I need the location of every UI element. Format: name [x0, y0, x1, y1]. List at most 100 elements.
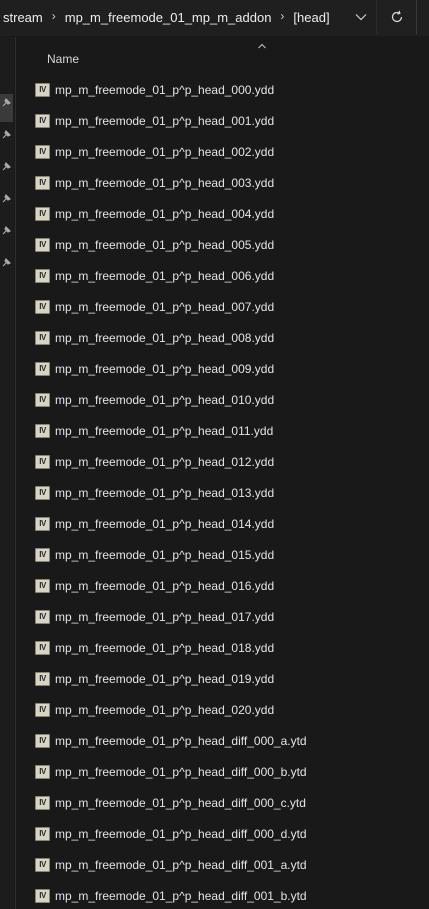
file-name[interactable]: mp_m_freemode_01_p^p_head_diff_000_d.ytd [55, 827, 307, 841]
ydd-file-icon: IV [35, 858, 50, 872]
file-row[interactable]: IV mp_m_freemode_01_p^p_head_014.ydd [16, 509, 429, 540]
file-row[interactable]: IV mp_m_freemode_01_p^p_head_003.ydd [16, 168, 429, 199]
file-row[interactable]: IV mp_m_freemode_01_p^p_head_001.ydd [16, 106, 429, 137]
file-row[interactable]: IV mp_m_freemode_01_p^p_head_010.ydd [16, 385, 429, 416]
breadcrumb-item-addon-folder[interactable]: mp_m_freemode_01_mp_m_addon [65, 10, 272, 25]
file-name[interactable]: mp_m_freemode_01_p^p_head_001.ydd [55, 114, 274, 128]
file-name[interactable]: mp_m_freemode_01_p^p_head_015.ydd [55, 548, 274, 562]
file-icon-glyph: IV [39, 488, 46, 497]
ydd-file-icon: IV [35, 176, 50, 190]
file-row[interactable]: IV mp_m_freemode_01_p^p_head_018.ydd [16, 633, 429, 664]
pin-icon [2, 194, 11, 203]
file-name[interactable]: mp_m_freemode_01_p^p_head_007.ydd [55, 300, 274, 314]
file-icon-glyph: IV [39, 147, 46, 156]
ydd-file-icon: IV [35, 610, 50, 624]
file-name[interactable]: mp_m_freemode_01_p^p_head_diff_001_a.ytd [55, 858, 307, 872]
file-name[interactable]: mp_m_freemode_01_p^p_head_013.ydd [55, 486, 274, 500]
ydd-file-icon: IV [35, 269, 50, 283]
ydd-file-icon: IV [35, 703, 50, 717]
file-row[interactable]: IV mp_m_freemode_01_p^p_head_020.ydd [16, 695, 429, 726]
file-row[interactable]: IV mp_m_freemode_01_p^p_head_diff_000_a.y… [16, 726, 429, 757]
file-row[interactable]: IV mp_m_freemode_01_p^p_head_005.ydd [16, 230, 429, 261]
breadcrumb-item-stream[interactable]: stream [3, 10, 43, 25]
file-name[interactable]: mp_m_freemode_01_p^p_head_005.ydd [55, 238, 274, 252]
file-row[interactable]: IV mp_m_freemode_01_p^p_head_004.ydd [16, 199, 429, 230]
file-row[interactable]: IV mp_m_freemode_01_p^p_head_016.ydd [16, 571, 429, 602]
ydd-file-icon: IV [35, 238, 50, 252]
breadcrumb-separator-icon[interactable]: › [52, 9, 56, 23]
refresh-button[interactable] [386, 6, 408, 28]
file-row[interactable]: IV mp_m_freemode_01_p^p_head_009.ydd [16, 354, 429, 385]
ydd-file-icon: IV [35, 114, 50, 128]
file-name[interactable]: mp_m_freemode_01_p^p_head_014.ydd [55, 517, 274, 531]
pin-icon [2, 98, 11, 107]
file-row[interactable]: IV mp_m_freemode_01_p^p_head_diff_000_d.y… [16, 819, 429, 850]
file-icon-glyph: IV [39, 519, 46, 528]
file-row[interactable]: IV mp_m_freemode_01_p^p_head_013.ydd [16, 478, 429, 509]
file-row[interactable]: IV mp_m_freemode_01_p^p_head_019.ydd [16, 664, 429, 695]
file-name[interactable]: mp_m_freemode_01_p^p_head_diff_000_b.ytd [55, 765, 307, 779]
ydd-file-icon: IV [35, 889, 50, 903]
file-name[interactable]: mp_m_freemode_01_p^p_head_009.ydd [55, 362, 274, 376]
file-name[interactable]: mp_m_freemode_01_p^p_head_006.ydd [55, 269, 274, 283]
file-row[interactable]: IV mp_m_freemode_01_p^p_head_015.ydd [16, 540, 429, 571]
file-icon-glyph: IV [39, 457, 46, 466]
address-history-dropdown-button[interactable] [352, 8, 370, 26]
file-row[interactable]: IV mp_m_freemode_01_p^p_head_000.ydd [16, 75, 429, 106]
search-box-edge[interactable] [416, 0, 429, 34]
breadcrumb-item-head[interactable]: [head] [293, 10, 329, 25]
ydd-file-icon: IV [35, 207, 50, 221]
file-icon-glyph: IV [39, 240, 46, 249]
file-explorer-window: stream › mp_m_freemode_01_mp_m_addon › [… [0, 0, 429, 909]
ydd-file-icon: IV [35, 300, 50, 314]
pin-icon [2, 162, 11, 171]
file-name[interactable]: mp_m_freemode_01_p^p_head_012.ydd [55, 455, 274, 469]
pin-icon [2, 258, 11, 267]
column-header-name[interactable]: Name [47, 52, 79, 66]
ydd-file-icon: IV [35, 331, 50, 345]
file-name[interactable]: mp_m_freemode_01_p^p_head_004.ydd [55, 207, 274, 221]
address-bar[interactable]: stream › mp_m_freemode_01_mp_m_addon › [… [0, 0, 377, 34]
file-row[interactable]: IV mp_m_freemode_01_p^p_head_011.ydd [16, 416, 429, 447]
file-row[interactable]: IV mp_m_freemode_01_p^p_head_007.ydd [16, 292, 429, 323]
ydd-file-icon: IV [35, 579, 50, 593]
ydd-file-icon: IV [35, 641, 50, 655]
file-icon-glyph: IV [39, 271, 46, 280]
file-icon-glyph: IV [39, 829, 46, 838]
file-name[interactable]: mp_m_freemode_01_p^p_head_017.ydd [55, 610, 274, 624]
ydd-file-icon: IV [35, 734, 50, 748]
file-name[interactable]: mp_m_freemode_01_p^p_head_003.ydd [55, 176, 274, 190]
file-name[interactable]: mp_m_freemode_01_p^p_head_020.ydd [55, 703, 274, 717]
address-bar-area: stream › mp_m_freemode_01_mp_m_addon › [… [0, 0, 429, 36]
breadcrumb: stream › mp_m_freemode_01_mp_m_addon › [… [0, 9, 330, 25]
file-row[interactable]: IV mp_m_freemode_01_p^p_head_diff_000_c.y… [16, 788, 429, 819]
refresh-icon [391, 10, 403, 23]
file-row[interactable]: IV mp_m_freemode_01_p^p_head_diff_000_b.y… [16, 757, 429, 788]
file-name[interactable]: mp_m_freemode_01_p^p_head_diff_000_c.ytd [55, 796, 306, 810]
file-name[interactable]: mp_m_freemode_01_p^p_head_diff_001_b.ytd [55, 889, 307, 903]
file-icon-glyph: IV [39, 860, 46, 869]
file-name[interactable]: mp_m_freemode_01_p^p_head_002.ydd [55, 145, 274, 159]
file-name[interactable]: mp_m_freemode_01_p^p_head_011.ydd [55, 424, 273, 438]
file-name[interactable]: mp_m_freemode_01_p^p_head_diff_000_a.ytd [55, 734, 307, 748]
file-row[interactable]: IV mp_m_freemode_01_p^p_head_diff_001_a.y… [16, 850, 429, 881]
file-icon-glyph: IV [39, 85, 46, 94]
file-name[interactable]: mp_m_freemode_01_p^p_head_010.ydd [55, 393, 274, 407]
ydd-file-icon: IV [35, 424, 50, 438]
file-name[interactable]: mp_m_freemode_01_p^p_head_019.ydd [55, 672, 274, 686]
file-row[interactable]: IV mp_m_freemode_01_p^p_head_008.ydd [16, 323, 429, 354]
breadcrumb-separator-icon[interactable]: › [280, 9, 284, 23]
file-row[interactable]: IV mp_m_freemode_01_p^p_head_006.ydd [16, 261, 429, 292]
file-row[interactable]: IV mp_m_freemode_01_p^p_head_diff_001_b.y… [16, 881, 429, 909]
file-row[interactable]: IV mp_m_freemode_01_p^p_head_002.ydd [16, 137, 429, 168]
file-name[interactable]: mp_m_freemode_01_p^p_head_016.ydd [55, 579, 274, 593]
ydd-file-icon: IV [35, 517, 50, 531]
file-icon-glyph: IV [39, 767, 46, 776]
file-row[interactable]: IV mp_m_freemode_01_p^p_head_017.ydd [16, 602, 429, 633]
file-row[interactable]: IV mp_m_freemode_01_p^p_head_012.ydd [16, 447, 429, 478]
file-name[interactable]: mp_m_freemode_01_p^p_head_000.ydd [55, 83, 274, 97]
file-icon-glyph: IV [39, 581, 46, 590]
file-name[interactable]: mp_m_freemode_01_p^p_head_008.ydd [55, 331, 274, 345]
file-name[interactable]: mp_m_freemode_01_p^p_head_018.ydd [55, 641, 274, 655]
ydd-file-icon: IV [35, 548, 50, 562]
